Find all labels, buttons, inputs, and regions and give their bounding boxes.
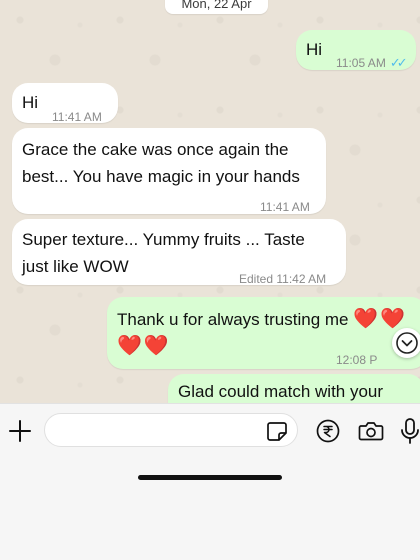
home-indicator[interactable] [138,475,282,480]
message-text: Thank u for always trusting me ❤️❤️ [117,306,407,333]
message-text: Hi [22,93,39,112]
message-time: Edited 11:42 AM [239,272,327,286]
message-time: 11:05 AM ✓✓ [336,49,408,77]
message-time: 11:41 AM [260,200,310,214]
message-text-line: Thank u for always trusting me [117,310,349,329]
heart-emoji-icon: ❤️❤️ [117,335,171,357]
message-input-bar [0,403,420,455]
date-separator: Mon, 22 Apr [165,0,268,14]
message-text: just like WOW [22,257,129,276]
message-bubble-outgoing[interactable]: Hi 11:05 AM ✓✓ [296,30,416,70]
message-time: 12:08 P [336,353,378,367]
message-text: best... You have magic in your hands [22,167,300,186]
message-text: Hi [306,40,323,59]
chat-area[interactable]: Mon, 22 Apr Hi 11:05 AM ✓✓ Hi 11:41 AM Gr… [0,0,420,403]
message-bubble-incoming[interactable]: Super texture... Yummy fruits ... Taste … [12,219,346,286]
message-time: 11:41 AM [52,110,102,124]
message-time-text: 11:05 AM [336,56,386,70]
plus-icon[interactable] [9,420,31,442]
message-input[interactable] [44,413,298,447]
scroll-to-bottom-button[interactable] [392,328,420,358]
message-text: Super texture... Yummy fruits ... Taste [22,230,305,249]
sticker-icon[interactable] [266,420,288,442]
message-bubble-incoming[interactable]: Grace the cake was once again the best..… [12,128,326,214]
bottom-safe-area [0,455,420,560]
rupee-icon[interactable] [316,419,340,443]
camera-icon[interactable] [358,419,384,443]
message-text: Glad could match with your [178,382,384,401]
microphone-icon[interactable] [400,417,420,445]
message-bubble-outgoing[interactable]: Glad could match with your [168,374,420,403]
message-bubble-outgoing[interactable]: Thank u for always trusting me ❤️❤️ ❤️❤️… [107,297,420,369]
message-bubble-incoming[interactable]: Hi 11:41 AM [12,83,118,124]
message-text: Grace the cake was once again the [22,140,289,159]
read-receipt-icon: ✓✓ [389,55,408,70]
chevron-down-icon [396,332,418,354]
heart-emoji-icon: ❤️❤️ [353,308,408,330]
